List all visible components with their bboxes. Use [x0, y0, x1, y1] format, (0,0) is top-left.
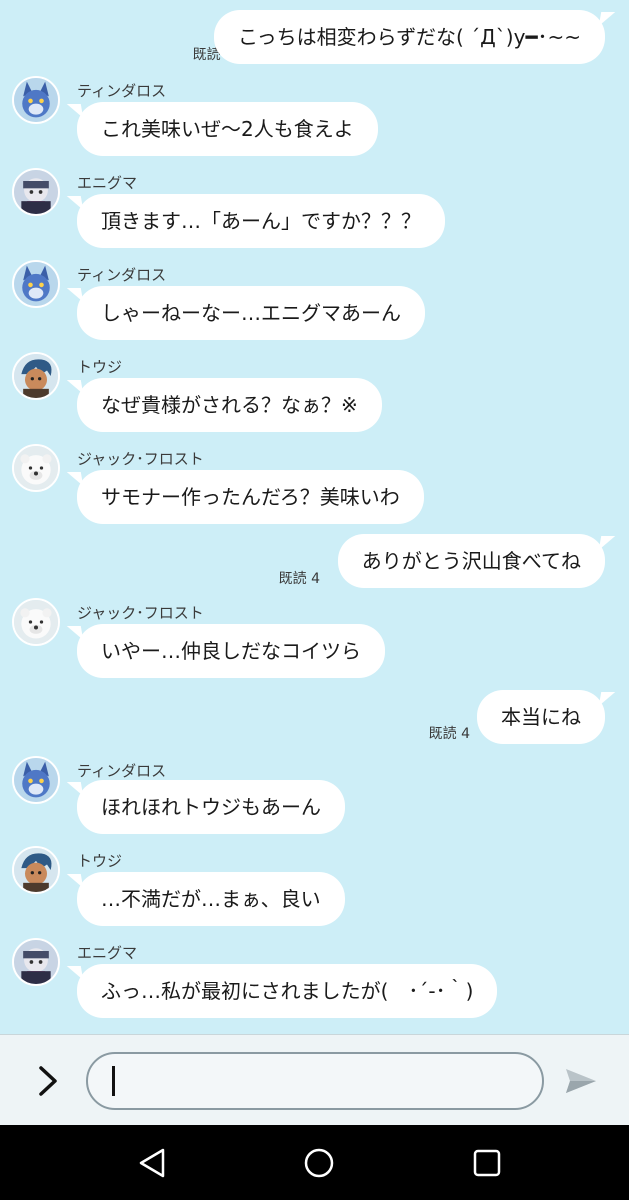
- message-bubble[interactable]: こっちは相変わらずだな( ´Д`)y━･~~: [214, 10, 605, 64]
- chat-area: 既読 4 こっちは相変わらずだな( ´Д`)y━･~~ ティンダロス これ美味い…: [0, 0, 629, 1034]
- message-bubble[interactable]: しゃーねーなー…エニグマあーん: [77, 286, 425, 340]
- sender-name: トウジ: [77, 358, 123, 376]
- message-bubble[interactable]: ほれほれトウジもあーん: [77, 780, 345, 834]
- sender-name: ティンダロス: [77, 266, 167, 284]
- nav-back-button[interactable]: [132, 1143, 172, 1183]
- sender-name: エニグマ: [77, 174, 138, 192]
- read-receipt: 既読 4: [428, 726, 470, 742]
- message-bubble[interactable]: …不満だが…まぁ、良い: [77, 872, 345, 926]
- sender-name: ジャック･フロスト: [77, 604, 204, 622]
- avatar-touji[interactable]: [12, 352, 60, 400]
- send-icon: [566, 1069, 596, 1093]
- message-bubble[interactable]: 頂きます…「あーん」ですか？？？: [77, 194, 445, 248]
- home-circle-icon: [304, 1148, 334, 1178]
- avatar-enigma[interactable]: [12, 938, 60, 986]
- expand-button[interactable]: [28, 1059, 68, 1103]
- avatar-enigma[interactable]: [12, 168, 60, 216]
- message-bubble[interactable]: ありがとう沢山食べてね: [337, 534, 605, 588]
- nav-recents-button[interactable]: [467, 1143, 507, 1183]
- avatar-touji[interactable]: [12, 846, 60, 894]
- message-bubble[interactable]: いやー…仲良しだなコイツら: [77, 624, 385, 678]
- read-receipt: 既読 4: [278, 571, 320, 587]
- recents-square-icon: [473, 1149, 501, 1177]
- sender-name: エニグマ: [77, 944, 138, 962]
- message-composer: [0, 1034, 629, 1125]
- send-button[interactable]: [559, 1063, 603, 1099]
- avatar-tindalos[interactable]: [12, 76, 60, 124]
- message-bubble[interactable]: これ美味いぜ〜2人も食えよ: [77, 102, 378, 156]
- back-triangle-icon: [139, 1148, 165, 1178]
- text-cursor: [112, 1066, 115, 1096]
- message-input[interactable]: [86, 1052, 544, 1110]
- sender-name: ティンダロス: [77, 82, 167, 100]
- sender-name: ジャック･フロスト: [77, 450, 204, 468]
- message-bubble[interactable]: なぜ貴様がされる？なぁ？※: [77, 378, 382, 432]
- sender-name: ティンダロス: [77, 762, 167, 780]
- avatar-tindalos[interactable]: [12, 260, 60, 308]
- sender-name: トウジ: [77, 852, 123, 870]
- message-bubble[interactable]: ふっ…私が最初にされましたが( ･´-･｀): [77, 964, 498, 1018]
- system-navigation-bar: [0, 1125, 629, 1200]
- chevron-right-icon: [39, 1066, 57, 1096]
- avatar-jackfrost[interactable]: [12, 444, 60, 492]
- avatar-tindalos[interactable]: [12, 756, 60, 804]
- message-bubble[interactable]: サモナー作ったんだろ？美味いわ: [77, 470, 424, 524]
- avatar-jackfrost[interactable]: [12, 598, 60, 646]
- nav-home-button[interactable]: [299, 1143, 339, 1183]
- message-bubble[interactable]: 本当にね: [477, 690, 605, 744]
